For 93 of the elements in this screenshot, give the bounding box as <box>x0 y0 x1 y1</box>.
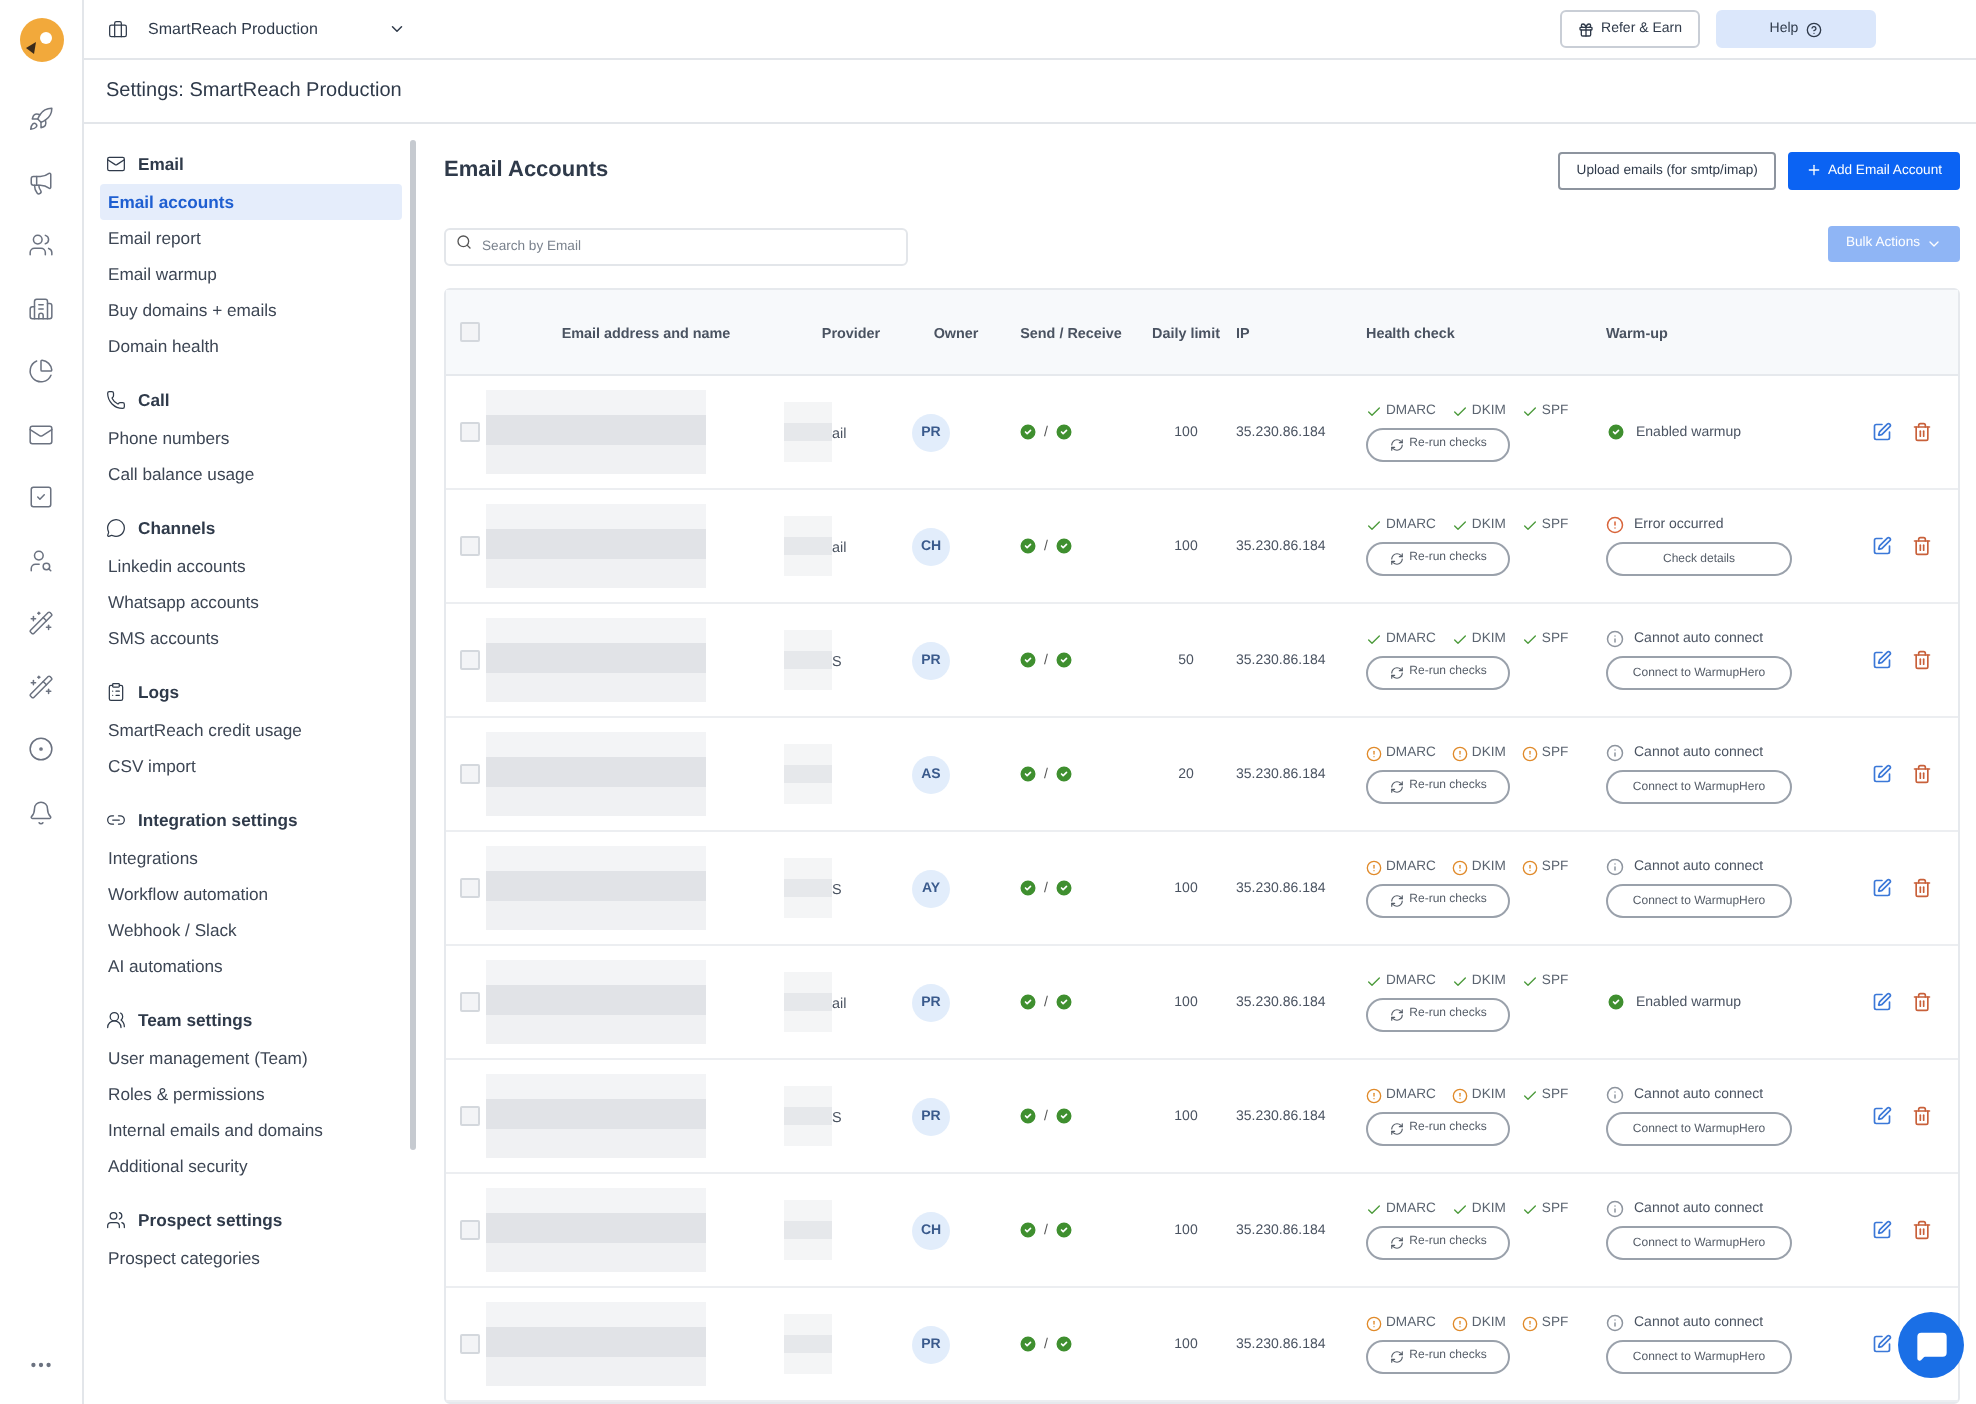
checkbox[interactable] <box>460 992 480 1012</box>
redacted-block <box>784 1200 832 1260</box>
team-icon <box>106 1010 126 1030</box>
plus-icon <box>1805 162 1822 178</box>
trash-icon[interactable] <box>1912 878 1932 898</box>
nav-item[interactable]: User management (Team) <box>100 1040 402 1076</box>
section-heading: Team settings <box>138 1010 253 1030</box>
trash-icon[interactable] <box>1912 422 1932 442</box>
nav-item[interactable]: Call balance usage <box>100 456 402 492</box>
briefcase-icon <box>108 19 128 39</box>
help-icon <box>1806 21 1823 37</box>
nav-item[interactable]: Integrations <box>100 840 402 876</box>
checkbox[interactable] <box>460 1220 480 1240</box>
checkbox[interactable] <box>460 1334 480 1354</box>
redacted-block <box>784 516 832 576</box>
workspace-selector[interactable]: SmartReach Production <box>108 19 406 39</box>
edit-icon[interactable] <box>1872 650 1892 670</box>
edit-icon[interactable] <box>1872 1106 1892 1126</box>
phone-icon <box>106 390 126 410</box>
redacted-block <box>784 744 832 804</box>
nav-item[interactable]: Prospect categories <box>100 1240 402 1276</box>
chat-icon <box>1915 1329 1947 1361</box>
link-icon <box>106 810 126 830</box>
trash-icon[interactable] <box>1912 536 1932 556</box>
edit-icon[interactable] <box>1872 764 1892 784</box>
nav-item[interactable]: AI automations <box>100 948 402 984</box>
refresh-icon <box>1389 1121 1404 1135</box>
chat-bubble-icon <box>106 518 126 538</box>
redacted-block <box>784 1086 832 1146</box>
refresh-icon <box>1389 779 1404 793</box>
nav-item[interactable]: Linkedin accounts <box>100 548 402 584</box>
checkbox[interactable] <box>460 1106 480 1126</box>
section-heading: Logs <box>138 682 180 702</box>
edit-icon[interactable] <box>1872 422 1892 442</box>
edit-icon[interactable] <box>1872 992 1892 1012</box>
checkbox[interactable] <box>460 422 480 442</box>
nav-item[interactable]: Additional security <box>100 1148 402 1184</box>
checkbox[interactable] <box>460 650 480 670</box>
edit-icon[interactable] <box>1872 536 1892 556</box>
trash-icon[interactable] <box>1912 650 1932 670</box>
trash-icon[interactable] <box>1912 1106 1932 1126</box>
checkbox[interactable] <box>460 878 480 898</box>
section-heading: Channels <box>138 518 216 538</box>
section-heading: Call <box>138 390 170 410</box>
checkbox[interactable] <box>460 536 480 556</box>
nav-item[interactable]: Roles & permissions <box>100 1076 402 1112</box>
edit-icon[interactable] <box>1872 1334 1892 1354</box>
checkbox[interactable] <box>460 764 480 784</box>
edit-icon[interactable] <box>1872 1220 1892 1240</box>
refresh-icon <box>1389 665 1404 679</box>
refresh-icon <box>1389 1235 1404 1249</box>
nav-item[interactable]: Email report <box>100 220 402 256</box>
mail-icon <box>106 154 126 174</box>
nav-item[interactable]: Phone numbers <box>100 420 402 456</box>
redacted-block <box>784 858 832 918</box>
nav-item[interactable]: Email warmup <box>100 256 402 292</box>
trash-icon[interactable] <box>1912 764 1932 784</box>
trash-icon[interactable] <box>1912 992 1932 1012</box>
section-heading: Email <box>138 154 184 174</box>
nav-item[interactable]: SMS accounts <box>100 620 402 656</box>
checkbox[interactable] <box>460 322 480 342</box>
nav-item[interactable]: Domain health <box>100 328 402 364</box>
nav-item[interactable]: Email accounts <box>100 184 402 220</box>
chat-button[interactable] <box>1898 1312 1964 1378</box>
refresh-icon <box>1389 551 1404 565</box>
logo-icon[interactable] <box>17 16 65 64</box>
redacted-block <box>784 1314 832 1374</box>
section-heading: Prospect settings <box>138 1210 283 1230</box>
refresh-icon <box>1389 1007 1404 1021</box>
section-title: Email Accounts <box>444 158 609 182</box>
nav-item[interactable]: SmartReach credit usage <box>100 712 402 748</box>
chevron-down-icon <box>388 20 406 38</box>
refresh-icon <box>1389 893 1404 907</box>
redacted-block <box>784 972 832 1032</box>
refresh-icon <box>1389 437 1404 451</box>
trash-icon[interactable] <box>1912 1220 1932 1240</box>
gift-icon <box>1577 21 1594 37</box>
page-title: Settings: SmartReach Production <box>84 60 1976 124</box>
scrollbar[interactable] <box>410 140 416 1150</box>
edit-icon[interactable] <box>1872 878 1892 898</box>
search-icon <box>456 234 472 250</box>
redacted-block <box>784 630 832 690</box>
nav-item[interactable]: CSV import <box>100 748 402 784</box>
nav-item[interactable]: Buy domains + emails <box>100 292 402 328</box>
section-heading: Integration settings <box>138 810 298 830</box>
nav-item[interactable]: Internal emails and domains <box>100 1112 402 1148</box>
refresh-icon <box>1389 1349 1404 1363</box>
nav-item[interactable]: Whatsapp accounts <box>100 584 402 620</box>
users-icon <box>106 1210 126 1230</box>
nav-item[interactable]: Workflow automation <box>100 876 402 912</box>
redacted-block <box>784 402 832 462</box>
clipboard-icon <box>106 682 126 702</box>
nav-item[interactable]: Webhook / Slack <box>100 912 402 948</box>
